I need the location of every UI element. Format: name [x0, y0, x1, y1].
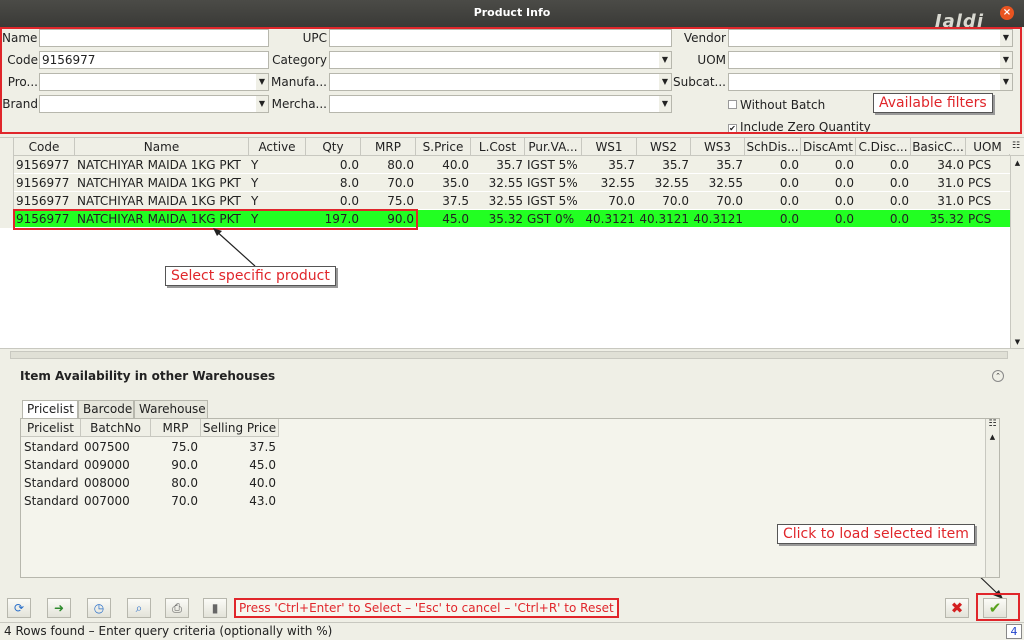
tab-warehouse[interactable]: Warehouse [134, 400, 208, 418]
reset-icon: ➜ [53, 601, 65, 615]
load-callout: Click to load selected item [777, 524, 975, 544]
column-chooser-icon[interactable]: ☷ [986, 419, 999, 431]
table-cell: Standard [24, 458, 79, 472]
status-text: 4 Rows found – Enter query criteria (opt… [4, 624, 333, 638]
table-cell: 37.5 [249, 440, 276, 454]
table-cell: Standard [24, 476, 79, 490]
tab-barcode[interactable]: Barcode [78, 400, 134, 418]
table-cell: 70.0 [171, 494, 198, 508]
print-button[interactable]: ⎙ [165, 598, 189, 618]
table-cell: 90.0 [171, 458, 198, 472]
pricelist-scrollbar[interactable]: ☷ ▲ [985, 419, 999, 577]
table-cell: 008000 [84, 476, 130, 490]
table-cell: 007000 [84, 494, 130, 508]
table-cell: 40.0 [249, 476, 276, 490]
history-icon: ◷ [93, 601, 105, 615]
table-cell: 009000 [84, 458, 130, 472]
availability-panel: Item Availability in other Warehouses ⌃ … [12, 366, 1010, 584]
keyboard-hint: Press 'Ctrl+Enter' to Select – 'Esc' to … [234, 598, 619, 618]
zoom-icon: ⌕ [135, 601, 143, 615]
cancel-button[interactable]: ✖ [945, 598, 969, 618]
zoom-button[interactable]: ⌕ [127, 598, 151, 618]
attachment-button[interactable]: ▮ [203, 598, 227, 618]
table-cell: 75.0 [171, 440, 198, 454]
collapse-icon[interactable]: ⌃ [992, 370, 1004, 382]
reset-button[interactable]: ➜ [47, 598, 71, 618]
bottom-toolbar: ⟳ ➜ ◷ ⌕ ⎙ ▮ Press 'Ctrl+Enter' to Select… [0, 592, 1024, 622]
table-cell: 80.0 [171, 476, 198, 490]
select-callout: Select specific product [165, 266, 336, 286]
column-header[interactable]: MRP [151, 419, 201, 437]
attachment-icon: ▮ [211, 601, 219, 615]
column-header[interactable]: Selling Price [201, 419, 279, 437]
print-icon: ⎙ [172, 601, 182, 615]
tab-pricelist[interactable]: Pricelist [22, 400, 78, 418]
refresh-button[interactable]: ⟳ [7, 598, 31, 618]
column-header[interactable]: Pricelist [21, 419, 81, 437]
table-cell: Standard [24, 440, 79, 454]
select-arrow-line [214, 229, 256, 267]
pricelist-table[interactable]: ☷ ▲ Pricelist BatchNo MRP Selling Price Stan… [20, 418, 1000, 578]
table-cell: 007500 [84, 440, 130, 454]
ok-highlight [976, 593, 1020, 621]
refresh-icon: ⟳ [13, 601, 25, 615]
scroll-up-icon[interactable]: ▲ [986, 433, 999, 445]
history-button[interactable]: ◷ [87, 598, 111, 618]
row-count-badge: 4 [1006, 624, 1022, 639]
cancel-icon: ✖ [950, 599, 964, 617]
table-cell: 43.0 [249, 494, 276, 508]
table-cell: 45.0 [249, 458, 276, 472]
availability-title: Item Availability in other Warehouses [20, 369, 276, 383]
table-cell: Standard [24, 494, 79, 508]
status-bar: 4 Rows found – Enter query criteria (opt… [0, 622, 1024, 640]
column-header[interactable]: BatchNo [81, 419, 151, 437]
